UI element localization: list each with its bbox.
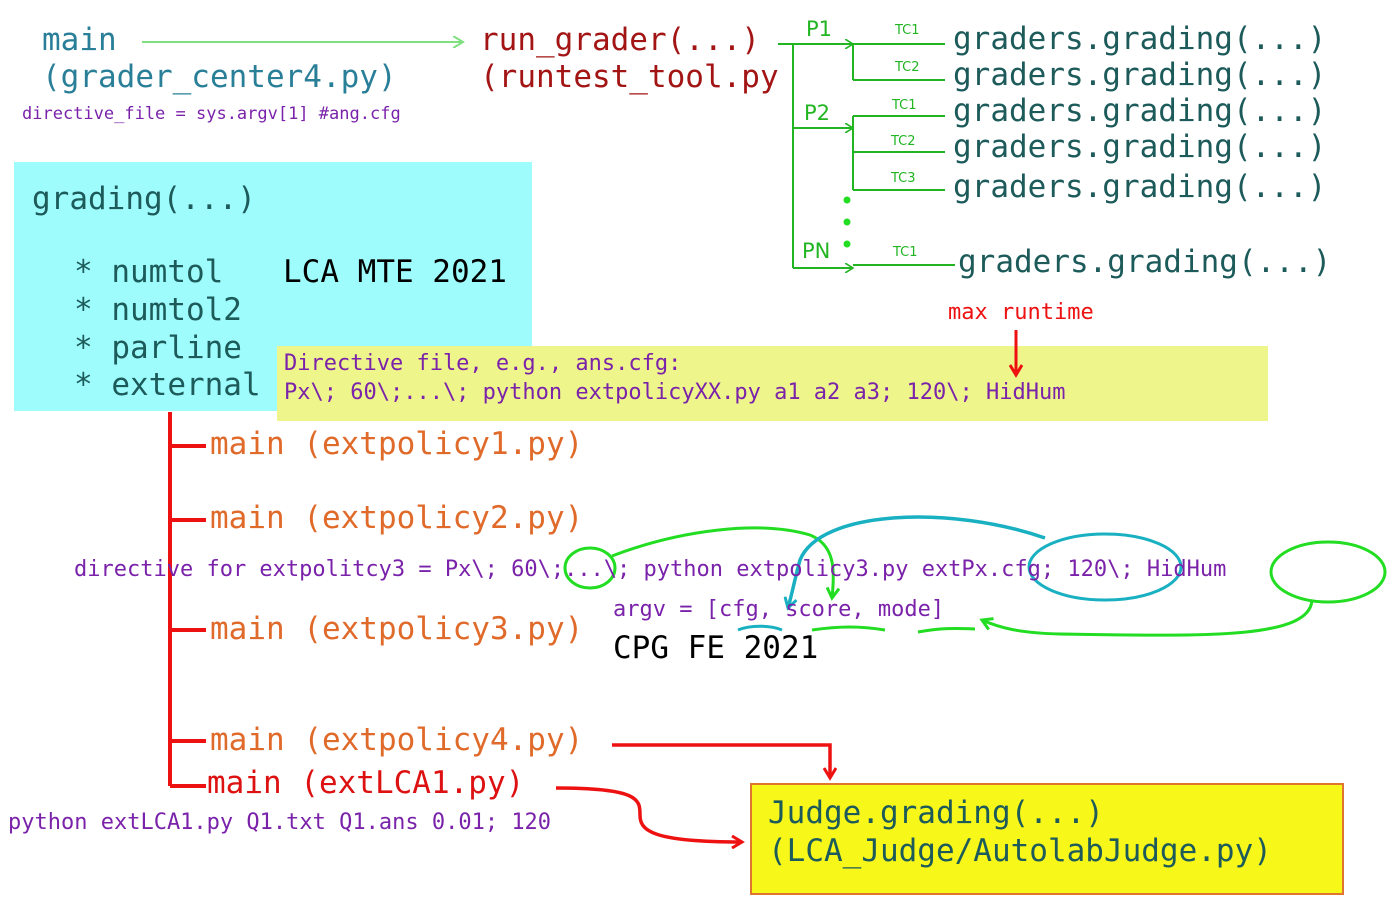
grading-call: graders.grading(...) [953, 57, 1327, 93]
ext-main-4: main (extpolicy4.py) [210, 722, 584, 758]
testcase-label: TC2 [891, 134, 916, 149]
grading-call: graders.grading(...) [953, 93, 1327, 129]
ellipsis-dots [843, 196, 851, 248]
testcase-label: TC3 [891, 171, 916, 186]
problem-tree [778, 44, 955, 268]
grading-call: graders.grading(...) [953, 21, 1327, 57]
ext-main-3: main (extpolicy3.py) [210, 611, 584, 647]
testcase-label: TC2 [895, 60, 920, 75]
course-tag-cpg: CPG FE 2021 [613, 630, 819, 666]
score-underline [811, 625, 886, 632]
directive-line1: Directive file, e.g., ans.cfg: [284, 351, 682, 376]
ext-main-2: main (extpolicy2.py) [210, 500, 584, 536]
testcase-label: TC1 [893, 245, 918, 260]
grading-option: * external [74, 367, 261, 403]
grading-call: graders.grading(...) [953, 169, 1327, 205]
problem-label-p2: P2 [804, 101, 831, 125]
judge-line2: (LCA_Judge/AutolabJudge.py) [768, 833, 1272, 869]
ext-main-1: main (extpolicy1.py) [210, 426, 584, 462]
extlca-command: python extLCA1.py Q1.txt Q1.ans 0.01; 12… [8, 810, 552, 835]
main-label: main [42, 22, 117, 58]
testcase-label: TC1 [892, 98, 917, 113]
max-runtime-label: max runtime [948, 300, 1094, 325]
mode-arrow [982, 599, 1314, 637]
run-grader-label: run_grader(...) [480, 22, 760, 58]
mode-underline [917, 626, 976, 634]
grading-option: * numtol [74, 254, 224, 290]
ext-main-lca: main (extLCA1.py) [207, 765, 525, 801]
external-trunk [168, 412, 206, 788]
directive-line2: Px\; 60\;...\; python extpolicyXX.py a1 … [284, 380, 1066, 405]
grading-option: * parline [74, 330, 242, 366]
grading-option: * numtol2 [74, 292, 242, 328]
extpolicy4-to-judge-arrow [612, 743, 830, 778]
problem-label-pn: PN [802, 239, 831, 263]
main-file: (grader_center4.py) [42, 59, 397, 95]
circle-hidhum [1269, 540, 1387, 604]
extlca-to-judge-arrow [555, 786, 742, 842]
problem-label-p1: P1 [806, 17, 833, 41]
directive-code: directive_file = sys.argv[1] #ang.cfg [22, 104, 401, 124]
judge-line1: Judge.grading(...) [768, 795, 1104, 831]
grading-box-title: grading(...) [32, 181, 256, 217]
argv-line: argv = [cfg, score, mode] [613, 597, 945, 622]
testcase-label: TC1 [895, 23, 920, 38]
run-grader-file: (runtest_tool.py [480, 59, 779, 95]
grading-call: graders.grading(...) [958, 244, 1332, 280]
extpolicy3-directive: directive for extpolitcy3 = Px\; 60\;...… [74, 557, 1227, 582]
course-tag-lca: LCA MTE 2021 [283, 254, 507, 290]
grading-call: graders.grading(...) [953, 129, 1327, 165]
